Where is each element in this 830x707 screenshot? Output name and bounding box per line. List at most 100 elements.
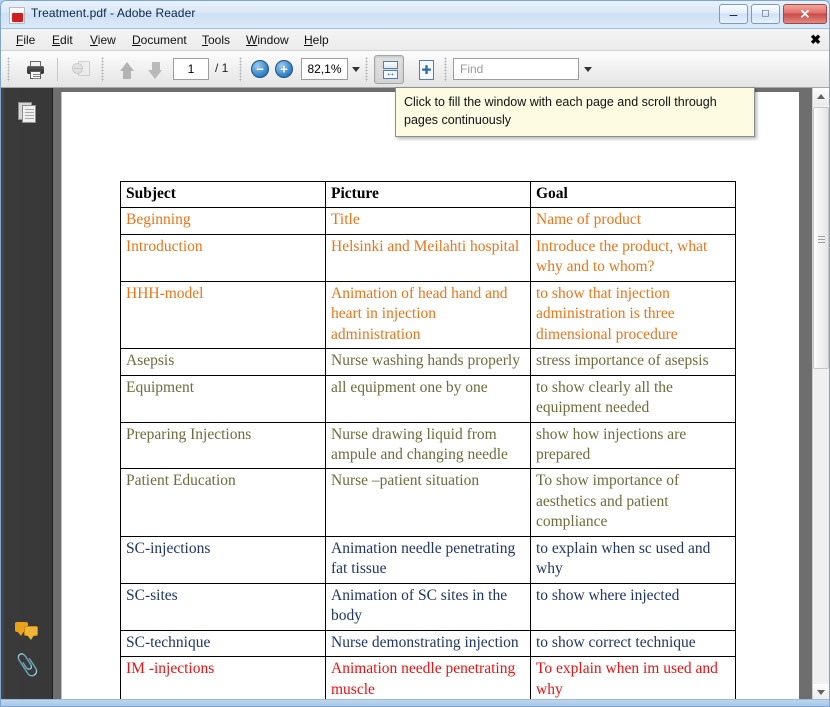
menu-item-document[interactable]: Document: [127, 32, 192, 48]
fit-page-button[interactable]: [410, 55, 440, 84]
find-input[interactable]: Find: [453, 58, 579, 80]
table-row: Beginning Title Name of product: [120, 207, 736, 235]
cell-picture: all equipment one by one: [325, 374, 531, 423]
navigation-rail: [1, 88, 53, 701]
zoom-in-button[interactable]: +: [275, 60, 293, 78]
printer-icon: [27, 61, 44, 79]
page-thumbnails-icon[interactable]: [15, 102, 39, 126]
window-bottom-edge: [1, 699, 829, 706]
table-header-row: Subject Picture Goal: [120, 180, 736, 209]
scroll-up-icon[interactable]: [813, 88, 829, 105]
arrow-up-icon: [120, 62, 134, 79]
fit-page-icon: [419, 60, 434, 80]
cell-picture: Title: [325, 207, 531, 235]
cell-subject: Patient Education: [120, 468, 326, 537]
table-row: IM -injections Animation needle penetrat…: [120, 656, 736, 704]
cell-goal: To explain when im used and why: [530, 656, 736, 704]
table-row: SC-injections Animation needle penetrati…: [120, 535, 736, 584]
table-row: HHH-model Animation of head hand and hea…: [120, 280, 736, 350]
table-row: Preparing Injections Nurse drawing liqui…: [120, 421, 736, 470]
zoom-level-input[interactable]: 82,1%: [301, 58, 348, 80]
cell-goal: Name of product: [530, 207, 736, 235]
cell-goal: to show that injection administration is…: [530, 280, 736, 350]
column-header-picture: Picture: [325, 180, 531, 209]
find-placeholder-text: Find: [460, 62, 484, 76]
table-row: Patient Education Nurse –patient situati…: [120, 468, 736, 537]
menu-item-edit[interactable]: Edit: [47, 32, 78, 48]
cell-subject: Equipment: [120, 374, 326, 423]
cell-picture: Nurse drawing liquid from ampule and cha…: [325, 421, 531, 470]
scrollbar-thumb[interactable]: [813, 107, 829, 369]
window-title: Treatment.pdf - Adobe Reader: [31, 6, 196, 20]
cell-picture: Nurse demonstrating injection: [325, 629, 531, 658]
cell-picture: Animation of SC sites in the body: [325, 582, 531, 631]
maximize-icon: □: [762, 7, 769, 20]
table-row: Introduction Helsinki and Meilahti hospi…: [120, 233, 736, 282]
menu-item-help[interactable]: Help: [299, 32, 334, 48]
cell-subject: SC-sites: [120, 582, 326, 631]
cell-subject: SC-injections: [120, 535, 326, 584]
menu-bar: File Edit View Document Tools Window Hel…: [1, 29, 829, 51]
cell-goal: to explain when sc used and why: [530, 535, 736, 584]
table-row: SC-sites Animation of SC sites in the bo…: [120, 582, 736, 631]
chevron-down-icon[interactable]: [584, 67, 592, 72]
cell-picture: Nurse –patient situation: [325, 468, 531, 537]
next-page-button[interactable]: [143, 55, 173, 84]
menu-item-window[interactable]: Window: [241, 32, 294, 48]
cell-picture: Animation needle penetrating fat tissue: [325, 535, 531, 584]
cell-subject: Preparing Injections: [120, 421, 326, 470]
cell-picture: Animation needle penetrating muscle: [325, 656, 531, 704]
pdf-page[interactable]: Subject Picture Goal Beginning Title Nam…: [61, 92, 799, 705]
page-total-label: / 1: [215, 61, 229, 75]
menu-item-file[interactable]: File: [11, 32, 40, 48]
fit-width-icon: [382, 61, 399, 79]
comments-icon[interactable]: [15, 621, 39, 645]
table-row: Equipment all equipment one by one to sh…: [120, 374, 736, 423]
column-header-subject: Subject: [120, 180, 326, 209]
title-bar: Treatment.pdf - Adobe Reader – □ ✕: [1, 1, 829, 29]
cell-goal: to show correct technique: [530, 629, 736, 658]
zoom-out-button[interactable]: −: [251, 60, 269, 78]
chevron-down-icon[interactable]: [352, 67, 360, 72]
cell-picture: Helsinki and Meilahti hospital: [325, 233, 531, 282]
tooltip: Click to fill the window with each page …: [395, 87, 755, 138]
print-button[interactable]: [19, 55, 49, 84]
menu-item-tools[interactable]: Tools: [197, 32, 235, 48]
pdf-file-icon: [9, 7, 25, 24]
page-number-input[interactable]: 1: [173, 58, 209, 80]
close-window-button[interactable]: ✕: [783, 4, 827, 24]
cell-subject: IM -injections: [120, 656, 326, 704]
minimize-icon: –: [729, 6, 738, 22]
menu-item-view[interactable]: View: [85, 32, 121, 48]
cell-subject: Asepsis: [120, 348, 326, 376]
document-viewer: Subject Picture Goal Beginning Title Nam…: [1, 88, 829, 705]
fit-width-button[interactable]: [374, 55, 404, 84]
cell-goal: show how injections are prepared: [530, 421, 736, 470]
previous-page-button[interactable]: [111, 55, 141, 84]
arrow-down-icon: [148, 62, 162, 79]
vertical-scrollbar[interactable]: [812, 88, 829, 701]
minus-icon: −: [256, 61, 264, 77]
table-row: SC-technique Nurse demonstrating injecti…: [120, 629, 736, 658]
maximize-button[interactable]: □: [751, 4, 780, 24]
cell-goal: to show clearly all the equipment needed: [530, 374, 736, 423]
paperclip-icon[interactable]: [15, 654, 39, 678]
adobe-reader-window: Treatment.pdf - Adobe Reader – □ ✕ File …: [0, 0, 830, 707]
cell-goal: to show where injected: [530, 582, 736, 631]
toolbar: 1 / 1 − + 82,1% Find: [1, 51, 829, 88]
attach-to-email-icon: [72, 61, 91, 79]
cell-subject: Introduction: [120, 233, 326, 282]
close-icon: ✕: [799, 6, 811, 22]
cell-subject: HHH-model: [120, 280, 326, 350]
attach-to-email-button[interactable]: [65, 55, 95, 84]
cell-goal: stress importance of asepsis: [530, 348, 736, 376]
cell-goal: To show importance of aesthetics and pat…: [530, 468, 736, 537]
close-document-icon[interactable]: ✖: [810, 32, 821, 47]
column-header-goal: Goal: [530, 180, 736, 209]
treatment-plan-table: Subject Picture Goal Beginning Title Nam…: [120, 180, 736, 704]
minimize-button[interactable]: –: [719, 4, 748, 24]
cell-goal: Introduce the product, what why and to w…: [530, 233, 736, 282]
cell-picture: Nurse washing hands properly: [325, 348, 531, 376]
table-row: Asepsis Nurse washing hands properly str…: [120, 348, 736, 376]
cell-subject: SC-technique: [120, 629, 326, 658]
